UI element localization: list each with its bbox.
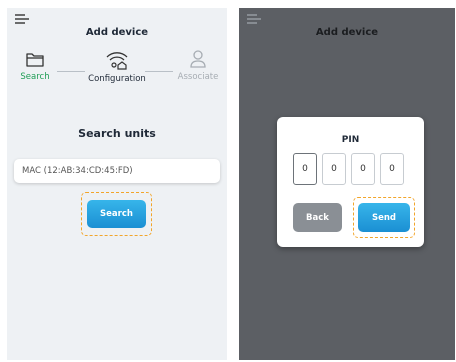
- setup-stepper: Search Configuration Associate: [7, 49, 227, 95]
- step-associate-label: Associate: [177, 72, 219, 82]
- step-configuration[interactable]: Configuration: [82, 49, 152, 84]
- step-associate[interactable]: Associate: [163, 49, 233, 82]
- back-button[interactable]: Back: [293, 203, 342, 232]
- pin-digit-2[interactable]: [322, 153, 346, 185]
- add-device-screen-search: Add device Search Configuration Associat…: [7, 8, 227, 360]
- pin-digit-1[interactable]: [293, 153, 317, 185]
- mac-address-input[interactable]: [14, 159, 220, 183]
- step-connector: [57, 71, 85, 72]
- folder-icon: [26, 53, 44, 67]
- wifi-home-icon: [106, 52, 128, 70]
- add-device-screen-pin-dialog: Add device PIN Back Send: [239, 8, 455, 360]
- step-search-label: Search: [20, 72, 50, 82]
- search-button[interactable]: Search: [87, 200, 146, 228]
- pin-dialog: PIN Back Send: [277, 117, 424, 247]
- menu-icon[interactable]: [15, 14, 29, 24]
- page-title: Add device: [85, 27, 149, 38]
- page-title: Add device: [315, 27, 379, 38]
- section-title: Search units: [78, 127, 156, 140]
- step-search[interactable]: Search: [0, 49, 70, 82]
- user-icon: [190, 50, 206, 68]
- step-configuration-label: Configuration: [88, 74, 146, 84]
- menu-icon[interactable]: [247, 14, 261, 24]
- pin-digit-4[interactable]: [380, 153, 404, 185]
- dialog-title: PIN: [341, 135, 360, 145]
- send-button[interactable]: Send: [358, 203, 410, 232]
- pin-digit-3[interactable]: [351, 153, 375, 185]
